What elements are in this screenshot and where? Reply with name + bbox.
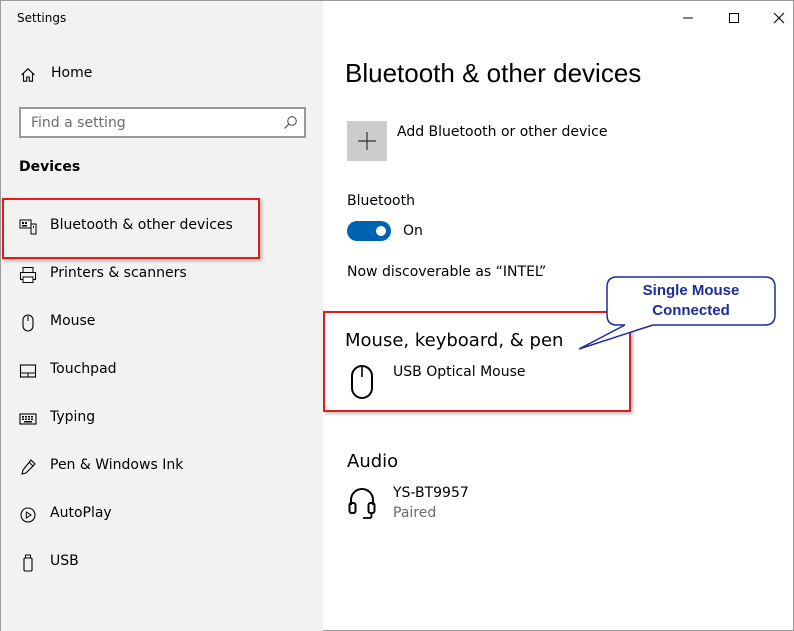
mouse-icon bbox=[19, 314, 37, 332]
sidebar-item-home[interactable]: Home bbox=[1, 59, 323, 91]
sidebar-item-usb[interactable]: USB bbox=[1, 539, 323, 587]
device-status: Paired bbox=[393, 505, 437, 521]
plus-icon bbox=[347, 121, 387, 161]
sidebar-item-touchpad[interactable]: Touchpad bbox=[1, 347, 323, 395]
touchpad-icon bbox=[19, 362, 37, 380]
bluetooth-devices-icon bbox=[19, 218, 37, 236]
sidebar-item-autoplay[interactable]: AutoPlay bbox=[1, 491, 323, 539]
app-title: Settings bbox=[17, 11, 67, 25]
device-usb-optical-mouse[interactable]: USB Optical Mouse bbox=[347, 364, 647, 408]
bluetooth-toggle[interactable] bbox=[347, 221, 391, 241]
pen-icon bbox=[19, 458, 37, 476]
search-input[interactable] bbox=[21, 109, 271, 136]
sidebar-item-typing[interactable]: Typing bbox=[1, 395, 323, 443]
main-content: Bluetooth & other devices Add Bluetooth … bbox=[323, 1, 794, 631]
sidebar-item-label: Mouse bbox=[50, 313, 96, 329]
keyboard-icon bbox=[19, 410, 37, 428]
sidebar-item-label: USB bbox=[50, 553, 79, 569]
sidebar-item-mouse[interactable]: Mouse bbox=[1, 299, 323, 347]
sidebar-item-label: Pen & Windows Ink bbox=[50, 457, 184, 473]
printer-icon bbox=[19, 266, 37, 284]
add-device-button[interactable]: Add Bluetooth or other device bbox=[347, 121, 727, 161]
sidebar-item-label: Typing bbox=[50, 409, 96, 425]
sidebar-item-label: Bluetooth & other devices bbox=[50, 217, 233, 233]
sidebar-item-bluetooth[interactable]: Bluetooth & other devices bbox=[1, 203, 323, 251]
discoverable-text: Now discoverable as “INTEL” bbox=[347, 264, 547, 280]
search-icon[interactable] bbox=[283, 115, 298, 130]
mouse-icon bbox=[347, 364, 377, 400]
sidebar-item-printers[interactable]: Printers & scanners bbox=[1, 251, 323, 299]
usb-icon bbox=[19, 554, 37, 572]
device-name: USB Optical Mouse bbox=[393, 364, 526, 380]
search-box[interactable] bbox=[19, 107, 306, 138]
headset-icon bbox=[347, 485, 377, 521]
bluetooth-label: Bluetooth bbox=[347, 193, 415, 209]
sidebar-item-label: AutoPlay bbox=[50, 505, 112, 521]
sidebar: Settings Home Devices Bluetooth & other … bbox=[1, 1, 323, 631]
toggle-knob bbox=[376, 226, 386, 236]
page-title: Bluetooth & other devices bbox=[345, 58, 642, 88]
section-audio-title: Audio bbox=[347, 451, 399, 472]
sidebar-item-label: Printers & scanners bbox=[50, 265, 187, 281]
sidebar-item-pen[interactable]: Pen & Windows Ink bbox=[1, 443, 323, 491]
sidebar-item-label: Touchpad bbox=[50, 361, 117, 377]
sidebar-item-label: Home bbox=[51, 65, 93, 81]
home-icon bbox=[20, 67, 36, 83]
section-mouse-keyboard-pen-title: Mouse, keyboard, & pen bbox=[345, 330, 564, 351]
device-ys-bt9957[interactable]: YS-BT9957 Paired bbox=[347, 485, 647, 529]
autoplay-icon bbox=[19, 506, 37, 524]
sidebar-nav: Bluetooth & other devices Printers & sca… bbox=[1, 203, 323, 587]
add-device-label: Add Bluetooth or other device bbox=[397, 124, 608, 140]
settings-window: Settings Home Devices Bluetooth & other … bbox=[0, 0, 794, 631]
bluetooth-state: On bbox=[403, 223, 423, 239]
section-title: Devices bbox=[19, 159, 81, 175]
device-name: YS-BT9957 bbox=[393, 485, 469, 501]
